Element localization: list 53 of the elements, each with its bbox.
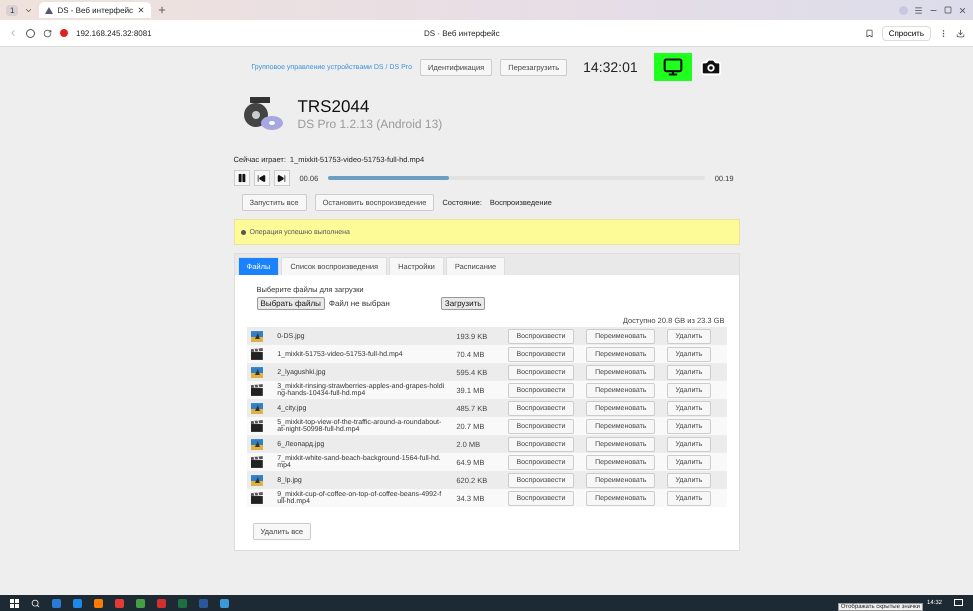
close-icon[interactable] [137, 6, 146, 14]
taskbar-app-icon[interactable] [73, 598, 82, 608]
progress-track[interactable] [328, 176, 705, 180]
menu-icon[interactable] [914, 6, 923, 14]
taskbar-app-icon[interactable] [115, 598, 124, 608]
browser-tab[interactable]: DS - Веб интерфейс [39, 2, 152, 18]
pause-icon [236, 173, 246, 183]
url-text[interactable]: 192.168.245.32:8081 [76, 28, 416, 38]
monitor-icon [662, 57, 683, 77]
new-tab-icon[interactable] [157, 5, 168, 15]
taskbar-app-icon[interactable] [178, 598, 187, 608]
reload-icon[interactable] [43, 28, 52, 38]
clapperboard-icon [250, 384, 264, 396]
notification-icon[interactable] [954, 599, 963, 607]
taskbar-app-icon[interactable] [52, 598, 61, 608]
clock-text: 14:32:01 [583, 59, 638, 75]
close-icon[interactable] [958, 6, 967, 14]
clapperboard-icon [250, 420, 264, 432]
landscape-image-icon [250, 474, 264, 486]
no-file-text: Файл не выбран [328, 299, 391, 308]
tab-count[interactable]: 1 [6, 4, 18, 16]
upload-button[interactable]: Загрузить [440, 297, 486, 310]
device-name: TRS2044 [298, 97, 370, 117]
info-dot-icon [240, 230, 246, 234]
page-title: DS · Веб интерфейс [424, 28, 500, 38]
clapperboard-icon [250, 492, 264, 504]
taskbar-app-icon[interactable] [136, 598, 145, 608]
ask-button[interactable]: Спросить [882, 26, 931, 40]
previous-button[interactable] [254, 170, 270, 186]
search-icon[interactable] [31, 598, 40, 608]
next-button[interactable] [274, 170, 290, 186]
taskbar-app-icon[interactable] [94, 598, 103, 608]
taskbar-app-icon[interactable] [220, 598, 229, 608]
pause-button[interactable] [234, 170, 250, 186]
skip-forward-icon [277, 174, 286, 182]
clapperboard-icon [250, 456, 264, 468]
camera-icon[interactable] [700, 56, 722, 78]
bookmark-icon[interactable] [864, 28, 874, 38]
landscape-image-icon [250, 402, 264, 414]
taskbar-app-icon[interactable] [157, 598, 166, 608]
warning-icon [60, 29, 68, 37]
screen-toggle[interactable] [654, 53, 692, 81]
landscape-image-icon [250, 330, 264, 342]
skip-back-icon [257, 174, 266, 182]
clapperboard-icon [250, 348, 264, 360]
triangle-logo-icon [45, 6, 54, 14]
choose-files-button[interactable]: Выбрать файлы [256, 297, 325, 310]
restore-icon[interactable] [944, 6, 952, 14]
landscape-image-icon [250, 438, 264, 450]
download-icon[interactable] [956, 28, 965, 38]
landscape-image-icon [250, 366, 264, 378]
device-version: DS Pro 1.2.13 (Android 13) [298, 117, 442, 131]
windows-logo-icon[interactable] [10, 598, 19, 608]
